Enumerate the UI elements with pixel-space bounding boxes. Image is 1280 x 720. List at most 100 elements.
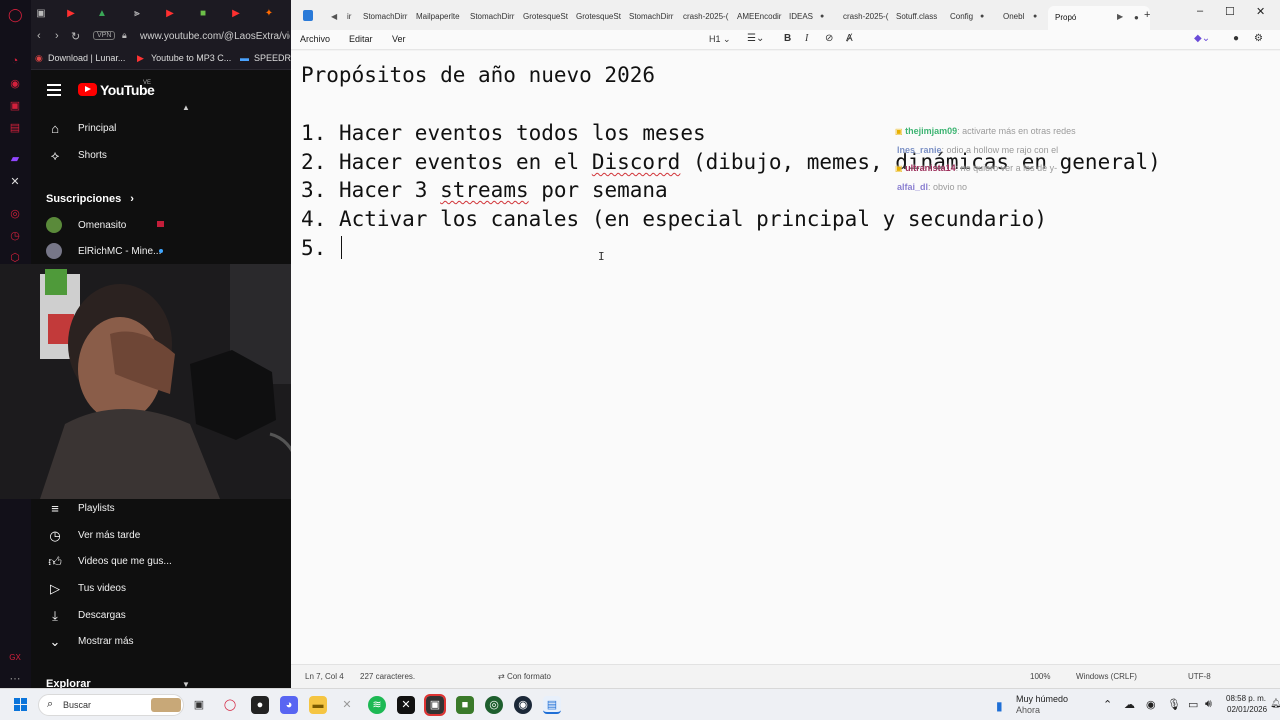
tab-icon[interactable]: ▣ <box>33 7 49 21</box>
list-dropdown-icon[interactable]: ☰⌄ <box>747 33 764 44</box>
vpn-badge[interactable]: VPN <box>93 31 116 40</box>
notepad-taskbar-icon[interactable]: ▤ <box>543 696 561 714</box>
scroll-down-icon[interactable]: ▼ <box>182 680 190 688</box>
encoding[interactable]: UTF-8 <box>1188 672 1211 681</box>
tab-icon[interactable]: ⫸ <box>129 7 145 21</box>
youtube-tab-icon[interactable]: ▶ <box>228 7 244 21</box>
settings-gear-icon[interactable]: ⚙ <box>1254 33 1263 44</box>
network-icon[interactable]: ▭ <box>1188 698 1198 711</box>
notepad-tab[interactable]: Onebl <box>1003 12 1024 21</box>
notepad-tab[interactable]: IDEAS <box>789 12 813 21</box>
weather-icon[interactable]: ▮ <box>996 699 1003 713</box>
notepad-tab[interactable]: crash-2025-( <box>843 12 888 21</box>
opera-logo-icon[interactable]: ◯ <box>8 8 23 22</box>
notepad-editor[interactable]: Propósitos de año nuevo 2026 1. Hacer ev… <box>291 51 1280 664</box>
tray-app-icon[interactable]: ☁ <box>1124 698 1135 711</box>
bookmark-item[interactable]: Youtube to MP3 C... <box>151 53 231 63</box>
media-icon[interactable]: ▤ <box>8 121 22 135</box>
format-status[interactable]: ⇄ Con formato <box>498 672 551 681</box>
reload-button[interactable]: ↻ <box>71 30 80 43</box>
app-taskbar-icon[interactable]: ✕ <box>338 696 356 714</box>
subscriptions-heading[interactable]: Suscripciones › <box>46 193 134 205</box>
menu-ver[interactable]: Ver <box>392 34 406 44</box>
x-icon[interactable]: ✕ <box>8 175 22 189</box>
bookmark-item[interactable]: Download | Lunar... <box>48 53 125 63</box>
minimize-button[interactable]: – <box>1197 5 1203 17</box>
guide-item-shorts[interactable]: ⟡ Shorts <box>31 143 291 169</box>
chevron-up-icon[interactable]: ⌃ <box>1103 698 1112 711</box>
tab-icon[interactable]: ✦ <box>261 7 277 21</box>
messenger-icon[interactable]: ◉ <box>8 77 22 91</box>
unsaved-dot-icon[interactable]: ● <box>1134 13 1139 22</box>
notepad-tab[interactable]: StomachDirr <box>363 12 407 21</box>
history-icon[interactable]: ◷ <box>8 229 22 243</box>
youtube-tab-icon[interactable]: ▶ <box>63 7 79 21</box>
notepad-tab[interactable]: Config <box>950 12 973 21</box>
notepad-tab[interactable]: Sotuff.class <box>896 12 937 21</box>
notepad-tab[interactable]: crash-2025-( <box>683 12 728 21</box>
taskbar-search[interactable]: ⌕ Buscar <box>38 694 184 716</box>
clock-time[interactable]: 08:58 p. m. <box>1226 694 1266 703</box>
guide-item-show-more[interactable]: ⌄ Mostrar más <box>31 629 291 655</box>
tab-scroll-right-icon[interactable]: ▶ <box>1117 12 1123 21</box>
notepad-tab[interactable]: StomachDirr <box>470 12 514 21</box>
close-button[interactable]: ✕ <box>1256 5 1265 18</box>
volume-icon[interactable]: 🔊︎ <box>1205 698 1212 711</box>
guide-item-liked[interactable]: 👍︎ Videos que me gus... <box>31 549 291 575</box>
chat-icon[interactable]: ▣ <box>8 99 22 113</box>
link-icon[interactable]: ⊘ <box>825 33 833 44</box>
notepad-tab[interactable]: GrotesqueSt <box>523 12 568 21</box>
file-explorer-icon[interactable]: ▬ <box>309 696 327 714</box>
menu-archivo[interactable]: Archivo <box>300 34 330 44</box>
capcut-taskbar-icon[interactable]: ✕ <box>397 696 415 714</box>
task-view-icon[interactable]: ▣ <box>190 696 208 714</box>
new-tab-button[interactable]: + <box>1144 9 1150 21</box>
xbox-taskbar-icon[interactable]: ◎ <box>485 696 503 714</box>
subscription-item[interactable]: Omenasito <box>31 213 291 239</box>
notepad-tab[interactable]: StomachDirr <box>629 12 673 21</box>
lock-icon[interactable]: 🔒︎ <box>122 30 127 41</box>
steam-taskbar-icon[interactable]: ◉ <box>514 696 532 714</box>
italic-button[interactable]: I <box>805 33 808 44</box>
obs-taskbar-icon[interactable]: ● <box>251 696 269 714</box>
guide-item-downloads[interactable]: ⤓ Descargas <box>31 603 291 629</box>
hamburger-menu-icon[interactable] <box>47 84 61 96</box>
hexagon-icon[interactable]: ⬡ <box>8 251 22 265</box>
account-icon[interactable]: ● <box>1233 33 1239 44</box>
forward-button[interactable]: › <box>55 30 59 42</box>
clock-date[interactable]: 02/01/2026 <box>1227 705 1267 714</box>
notepad-tab-active[interactable]: Propó ● <box>1048 6 1150 30</box>
tab-scroll-left-icon[interactable]: ◀ <box>331 12 337 21</box>
drive-tab-icon[interactable]: ▲ <box>94 7 110 21</box>
clear-format-icon[interactable]: Ⱥ <box>846 33 853 44</box>
bold-button[interactable]: B <box>784 33 791 44</box>
weather-status[interactable]: Muy húmedo <box>1016 694 1068 704</box>
guide-item-your-videos[interactable]: ▷ Tus videos <box>31 576 291 602</box>
discord-taskbar-icon[interactable]: ◕ <box>280 696 298 714</box>
line-ending[interactable]: Windows (CRLF) <box>1076 672 1137 681</box>
subscription-item[interactable]: ElRichMC - Mine... <box>31 239 291 265</box>
url-input[interactable]: www.youtube.com/@LaosExtra/vide <box>140 31 290 42</box>
menu-editar[interactable]: Editar <box>349 34 373 44</box>
scroll-up-icon[interactable]: ▲ <box>182 103 190 112</box>
notepad-tab[interactable]: GrotesqueSt <box>576 12 621 21</box>
steam-tray-icon[interactable]: ◉ <box>1146 698 1156 711</box>
player-icon[interactable]: ◎ <box>8 207 22 221</box>
notepad-tab[interactable]: ir <box>347 12 351 21</box>
youtube-tab-icon[interactable]: ▶ <box>162 7 178 21</box>
back-button[interactable]: ‹ <box>37 30 41 42</box>
minecraft-taskbar-icon[interactable]: ■ <box>456 696 474 714</box>
notification-bell-icon[interactable]: 🔔︎ <box>1270 698 1280 709</box>
copilot-icon[interactable]: ◆⌄ <box>1194 33 1210 44</box>
microphone-icon[interactable]: 🎙︎ <box>1167 698 1181 711</box>
guide-item-principal[interactable]: ⌂ Principal <box>31 116 291 142</box>
windows-start-icon[interactable] <box>14 698 28 712</box>
gx-icon[interactable]: GX <box>8 651 22 665</box>
zoom-level[interactable]: 100% <box>1030 672 1050 681</box>
speed-dial-icon[interactable]: ◔ <box>8 54 22 68</box>
spotify-taskbar-icon[interactable]: ≋ <box>368 696 386 714</box>
more-icon[interactable]: ⋯ <box>8 672 22 686</box>
heading-dropdown[interactable]: H1 ⌄ <box>709 34 731 45</box>
twitch-icon[interactable]: ▰ <box>8 152 22 166</box>
notepad-tab[interactable]: Mailpaperlte <box>416 12 460 21</box>
